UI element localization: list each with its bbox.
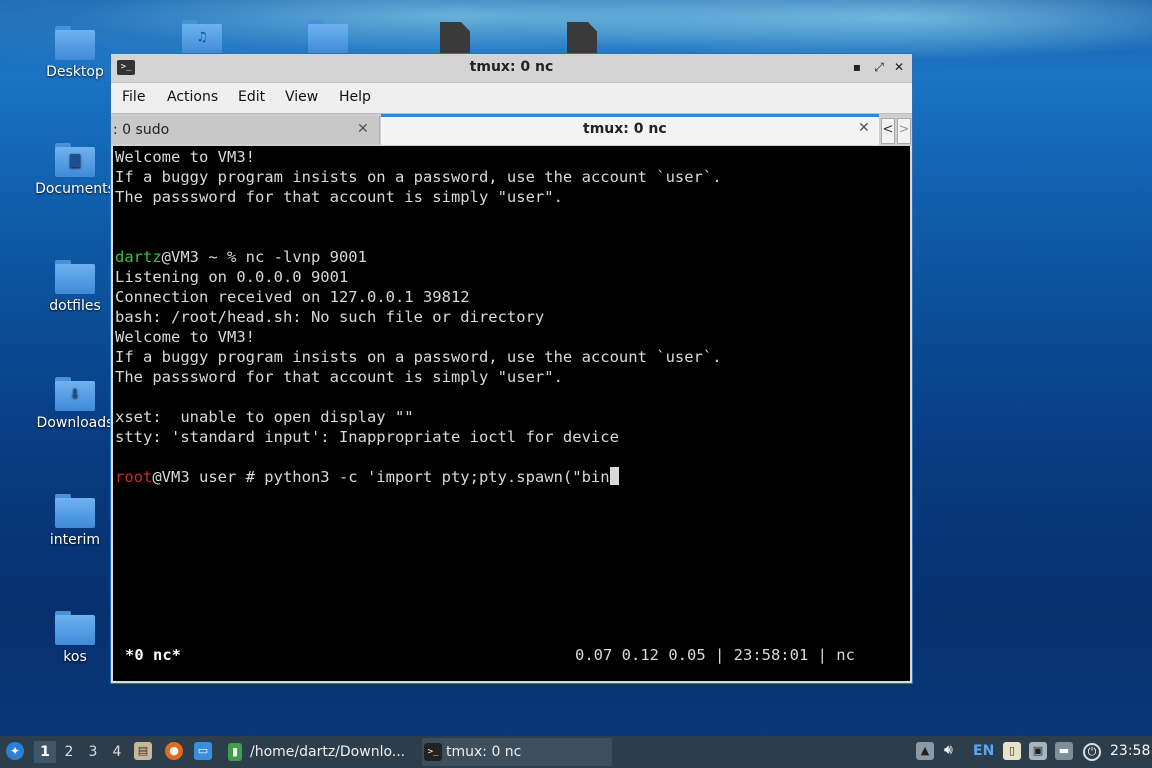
folder-icon[interactable] xyxy=(308,20,348,54)
tab-sudo[interactable]: : 0 sudo ✕ xyxy=(111,116,380,144)
maximize-icon[interactable]: ⤢ xyxy=(871,59,887,75)
desktop-icon-label: kos xyxy=(63,649,87,665)
menu-view[interactable]: View xyxy=(285,89,318,105)
terminal-area[interactable]: Welcome to VM3! If a buggy program insis… xyxy=(113,146,910,681)
task-label: tmux: 0 nc xyxy=(446,744,522,760)
text-cursor xyxy=(609,467,619,485)
show-desktop-icon[interactable]: ▭ xyxy=(194,742,212,760)
terminal-root-prompt-line: root@VM3 user # python3 -c 'import pty;p… xyxy=(115,467,619,487)
start-menu-icon[interactable]: ✦ xyxy=(6,742,24,760)
music-folder-icon[interactable]: ♫ xyxy=(182,20,222,54)
desktop-icon-documents[interactable]: ▇ Documents xyxy=(34,143,116,197)
documents-folder-icon: ▇ xyxy=(55,143,95,177)
menu-edit[interactable]: Edit xyxy=(238,89,265,105)
menu-bar: File Actions Edit View Help xyxy=(111,83,912,113)
desktop-icon-label: Documents xyxy=(35,181,115,197)
folder-icon xyxy=(55,260,95,294)
workspace-3[interactable]: 3 xyxy=(82,741,104,763)
folder-icon xyxy=(55,611,95,645)
workspace-4[interactable]: 4 xyxy=(106,741,128,763)
tab-label: tmux: 0 nc xyxy=(583,121,667,137)
desktop-icon-kos[interactable]: kos xyxy=(34,611,116,665)
file-manager-launcher-icon[interactable]: ▤ xyxy=(134,742,152,760)
firefox-icon[interactable]: ● xyxy=(165,742,183,760)
task-label: /home/dartz/Downlo... xyxy=(250,744,406,760)
terminal-line: Welcome to VM3! xyxy=(115,148,255,166)
tab-bar: : 0 sudo ✕ tmux: 0 nc ✕ < > xyxy=(111,113,912,146)
menu-file[interactable]: File xyxy=(122,89,145,105)
desktop-icon-downloads[interactable]: ⬇ Downloads xyxy=(34,377,116,431)
workspace-1[interactable]: 1 xyxy=(34,741,56,763)
terminal-line: bash: /root/head.sh: No such file or dir… xyxy=(115,308,545,326)
terminal-line: Connection received on 127.0.0.1 39812 xyxy=(115,288,470,306)
network-icon[interactable]: ▣ xyxy=(1029,742,1047,760)
tab-tmux-nc[interactable]: tmux: 0 nc ✕ xyxy=(381,114,879,145)
window-titlebar[interactable]: >_ tmux: 0 nc ▪ ⤢ ✕ xyxy=(111,54,912,83)
desktop-icon-label: Desktop xyxy=(46,64,104,80)
clock[interactable]: 23:58 xyxy=(1110,743,1150,759)
terminal-window[interactable]: >_ tmux: 0 nc ▪ ⤢ ✕ File Actions Edit Vi… xyxy=(110,53,913,684)
folder-icon xyxy=(55,494,95,528)
desktop-icon-interim[interactable]: interim xyxy=(34,494,116,548)
desktop-icon-dotfiles[interactable]: dotfiles xyxy=(34,260,116,314)
desktop-icon-label: Downloads xyxy=(36,415,114,431)
taskbar-task-terminal[interactable]: >_ tmux: 0 nc xyxy=(422,738,612,766)
menu-actions[interactable]: Actions xyxy=(167,89,218,105)
close-icon[interactable]: ✕ xyxy=(891,59,907,75)
terminal-prompt-line: dartz@VM3 ~ % nc -lvnp 9001 xyxy=(115,247,367,267)
terminal-line: The passsword for that account is simply… xyxy=(115,368,563,386)
prompt-root: root xyxy=(115,468,153,486)
volume-icon[interactable]: 🔊︎ xyxy=(944,742,953,758)
wallpaper-highlight-2 xyxy=(500,0,1152,60)
desktop-icon-desktop[interactable]: Desktop xyxy=(34,26,116,80)
prompt-command: @VM3 ~ % nc -lvnp 9001 xyxy=(161,248,367,266)
tab-close-icon[interactable]: ✕ xyxy=(357,121,369,137)
terminal-line: Welcome to VM3! xyxy=(115,328,255,346)
desktop-icon-label: dotfiles xyxy=(49,298,101,314)
prompt-command: @VM3 user # python3 -c 'import pty;pty.s… xyxy=(152,468,610,486)
terminal-icon: >_ xyxy=(424,743,442,761)
terminal-line: If a buggy program insists on a password… xyxy=(115,168,722,186)
file-manager-icon: ▮ xyxy=(228,743,242,761)
folder-icon xyxy=(55,26,95,60)
keyboard-layout[interactable]: EN xyxy=(973,743,994,759)
workspace-2[interactable]: 2 xyxy=(58,741,80,763)
window-title: tmux: 0 nc xyxy=(469,59,554,75)
downloads-folder-icon: ⬇ xyxy=(55,377,95,411)
tmux-status-right: 0.07 0.12 0.05 | 23:58:01 | nc xyxy=(575,646,855,664)
tab-close-icon[interactable]: ✕ xyxy=(858,120,870,136)
taskbar-task-file-manager[interactable]: ▮ /home/dartz/Downlo... xyxy=(226,738,414,766)
minimize-icon[interactable]: ▪ xyxy=(849,59,865,75)
tab-scroll-right-icon[interactable]: > xyxy=(897,118,911,144)
terminal-line: xset: unable to open display "" xyxy=(115,408,414,426)
menu-help[interactable]: Help xyxy=(339,89,371,105)
clipboard-icon[interactable]: ▲ xyxy=(916,742,934,760)
messages-icon[interactable]: ▬ xyxy=(1055,742,1073,760)
terminal-line: Listening on 0.0.0.0 9001 xyxy=(115,268,349,286)
tmux-status-window: *0 nc* xyxy=(125,646,181,664)
terminal-line: stty: 'standard input': Inappropriate io… xyxy=(115,428,619,446)
terminal-line: If a buggy program insists on a password… xyxy=(115,348,722,366)
notes-icon[interactable]: ▯ xyxy=(1003,742,1021,760)
tab-label: : 0 sudo xyxy=(113,122,170,138)
tab-scroll-left-icon[interactable]: < xyxy=(881,118,895,144)
terminal-line: The passsword for that account is simply… xyxy=(115,188,563,206)
taskbar: ✦ 1 2 3 4 ▤ ● ▭ ▮ /home/dartz/Downlo... … xyxy=(0,736,1152,768)
desktop-icon-label: interim xyxy=(49,532,101,548)
prompt-user: dartz xyxy=(115,248,162,266)
power-icon[interactable]: ⏻ xyxy=(1083,743,1101,761)
